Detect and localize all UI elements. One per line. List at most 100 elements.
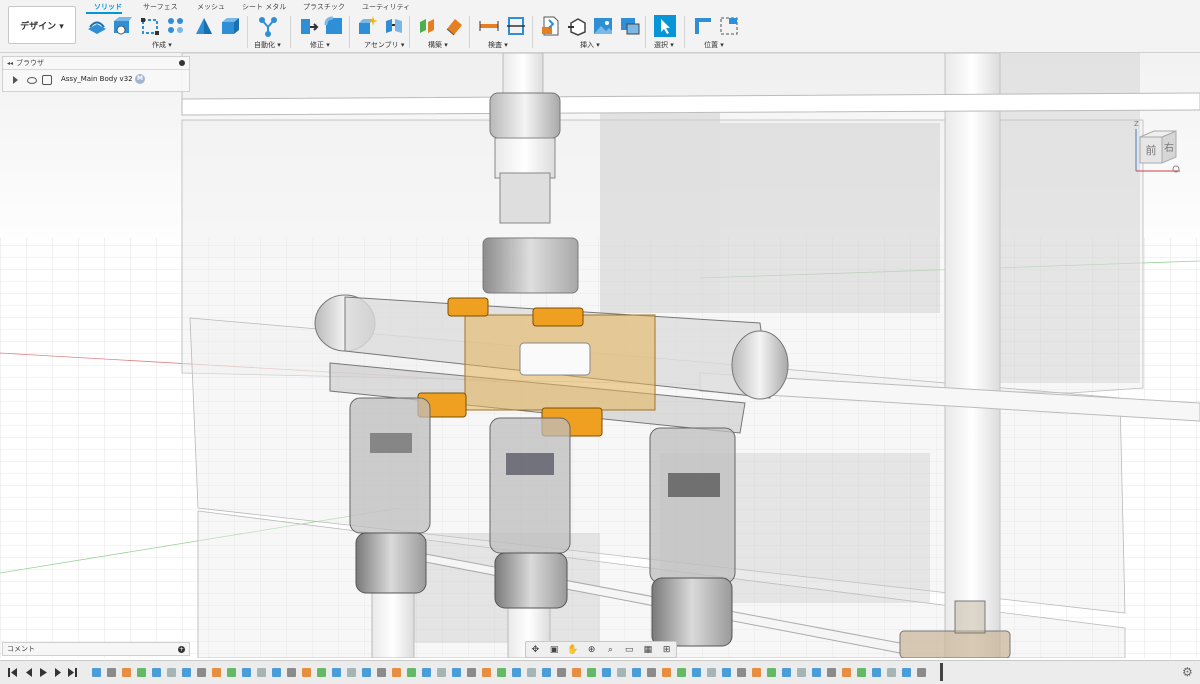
timeline-feature-icon[interactable] xyxy=(482,668,491,677)
timeline-feature-icon[interactable] xyxy=(692,668,701,677)
timeline-feature-icon[interactable] xyxy=(827,668,836,677)
group-modify[interactable]: 修正 ▾ xyxy=(310,40,330,50)
group-automate[interactable]: 自動化 ▾ xyxy=(254,40,281,50)
fillet-icon[interactable] xyxy=(323,15,345,37)
timeline-feature-icon[interactable] xyxy=(332,668,341,677)
group-select[interactable]: 選択 ▾ xyxy=(654,40,674,50)
timeline-feature-icon[interactable] xyxy=(602,668,611,677)
insert-mesh-icon[interactable] xyxy=(566,15,588,37)
timeline-feature-icon[interactable] xyxy=(662,668,671,677)
group-assemble[interactable]: アセンブリ ▾ xyxy=(364,40,404,50)
timeline-feature-icon[interactable] xyxy=(587,668,596,677)
workspace-switcher-button[interactable]: デザイン ▾ xyxy=(8,6,76,44)
timeline-feature-icon[interactable] xyxy=(617,668,626,677)
timeline-feature-icon[interactable] xyxy=(902,668,911,677)
timeline-feature-icon[interactable] xyxy=(227,668,236,677)
timeline-feature-icon[interactable] xyxy=(392,668,401,677)
orbit-icon[interactable]: ✥ xyxy=(529,645,541,655)
timeline-feature-icon[interactable] xyxy=(212,668,221,677)
zoom-icon[interactable]: ⌕ xyxy=(604,645,616,655)
timeline-feature-icon[interactable] xyxy=(707,668,716,677)
grid-icon[interactable]: ▦ xyxy=(642,645,654,655)
timeline-feature-icon[interactable] xyxy=(167,668,176,677)
tab-solid[interactable]: ソリッド xyxy=(94,2,122,12)
timeline-feature-icon[interactable] xyxy=(452,668,461,677)
look-at-icon[interactable]: ▣ xyxy=(548,645,560,655)
decal-icon[interactable] xyxy=(619,15,641,37)
timeline-feature-icon[interactable] xyxy=(407,668,416,677)
timeline-feature-icon[interactable] xyxy=(557,668,566,677)
box-icon[interactable] xyxy=(219,15,241,37)
timeline-feature-icon[interactable] xyxy=(437,668,446,677)
section-analysis-icon[interactable] xyxy=(505,15,527,37)
timeline-feature-icon[interactable] xyxy=(857,668,866,677)
timeline-feature-icon[interactable] xyxy=(242,668,251,677)
timeline-feature-icon[interactable] xyxy=(527,668,536,677)
timeline-feature-icon[interactable] xyxy=(257,668,266,677)
timeline-feature-icon[interactable] xyxy=(302,668,311,677)
play-button[interactable] xyxy=(40,668,47,677)
tab-plastic[interactable]: プラスチック xyxy=(303,2,345,12)
tab-mesh[interactable]: メッシュ xyxy=(197,2,225,12)
timeline-feature-icon[interactable] xyxy=(467,668,476,677)
expand-arrow-icon[interactable] xyxy=(13,76,18,84)
add-comment-icon[interactable]: + xyxy=(178,645,185,653)
insert-canvas-icon[interactable] xyxy=(592,15,614,37)
visibility-eye-icon[interactable] xyxy=(27,77,37,84)
capture-position-icon[interactable] xyxy=(718,15,740,37)
timeline-feature-icon[interactable] xyxy=(677,668,686,677)
timeline-settings-gear-icon[interactable]: ⚙ xyxy=(1182,665,1193,679)
timeline-feature-icon[interactable] xyxy=(92,668,101,677)
zoom-window-icon[interactable]: ⊕ xyxy=(586,645,598,655)
viewports-icon[interactable]: ⊞ xyxy=(661,645,673,655)
automate-icon[interactable] xyxy=(257,15,279,37)
timeline-feature-icon[interactable] xyxy=(782,668,791,677)
timeline-feature-icon[interactable] xyxy=(272,668,281,677)
timeline-feature-icon[interactable] xyxy=(572,668,581,677)
offset-plane-icon[interactable] xyxy=(417,15,439,37)
new-sketch-icon[interactable] xyxy=(86,15,108,37)
group-position[interactable]: 位置 ▾ xyxy=(704,40,724,50)
insert-derive-icon[interactable] xyxy=(540,15,562,37)
timeline-feature-icon[interactable] xyxy=(362,668,371,677)
canvas-viewport[interactable]: 前 右 Z xyxy=(0,53,1200,658)
timeline-feature-icon[interactable] xyxy=(887,668,896,677)
timeline-feature-icon[interactable] xyxy=(122,668,131,677)
display-mode-icon[interactable]: ▭ xyxy=(623,645,635,655)
group-construct[interactable]: 構築 ▾ xyxy=(428,40,448,50)
browser-root-node[interactable]: Assy_Main Body v32 M xyxy=(3,70,189,90)
timeline-feature-icon[interactable] xyxy=(767,668,776,677)
joint-icon[interactable] xyxy=(383,15,405,37)
plane-at-angle-icon[interactable] xyxy=(443,15,465,37)
sweep-icon[interactable] xyxy=(193,15,215,37)
timeline-feature-icon[interactable] xyxy=(317,668,326,677)
timeline-marker[interactable] xyxy=(940,663,943,681)
timeline-feature-icon[interactable] xyxy=(917,668,926,677)
pan-icon[interactable]: ✋ xyxy=(567,645,579,655)
timeline-feature-icon[interactable] xyxy=(632,668,641,677)
go-to-start-button[interactable] xyxy=(8,668,17,677)
timeline-feature-icon[interactable] xyxy=(797,668,806,677)
panel-options-icon[interactable] xyxy=(179,60,185,66)
tab-utilities[interactable]: ユーティリティ xyxy=(362,2,410,12)
timeline-feature-icon[interactable] xyxy=(542,668,551,677)
collapse-panel-icon[interactable]: ◂◂ xyxy=(7,60,13,67)
revolve-sketch-icon[interactable] xyxy=(139,15,161,37)
step-back-button[interactable] xyxy=(26,668,32,677)
timeline-feature-icon[interactable] xyxy=(347,668,356,677)
go-to-end-button[interactable] xyxy=(68,668,77,677)
measure-icon[interactable] xyxy=(478,15,500,37)
group-create[interactable]: 作成 ▾ xyxy=(152,40,172,50)
group-insert[interactable]: 挿入 ▾ xyxy=(580,40,600,50)
timeline-feature-icon[interactable] xyxy=(812,668,821,677)
timeline-feature-icon[interactable] xyxy=(872,668,881,677)
view-cube[interactable]: 前 右 Z xyxy=(1132,119,1184,175)
timeline-feature-icon[interactable] xyxy=(647,668,656,677)
timeline-feature-icon[interactable] xyxy=(377,668,386,677)
step-forward-button[interactable] xyxy=(55,668,61,677)
timeline-feature-icon[interactable] xyxy=(722,668,731,677)
timeline-feature-icon[interactable] xyxy=(137,668,146,677)
timeline-feature-icon[interactable] xyxy=(107,668,116,677)
timeline-feature-icon[interactable] xyxy=(182,668,191,677)
timeline-feature-icon[interactable] xyxy=(422,668,431,677)
